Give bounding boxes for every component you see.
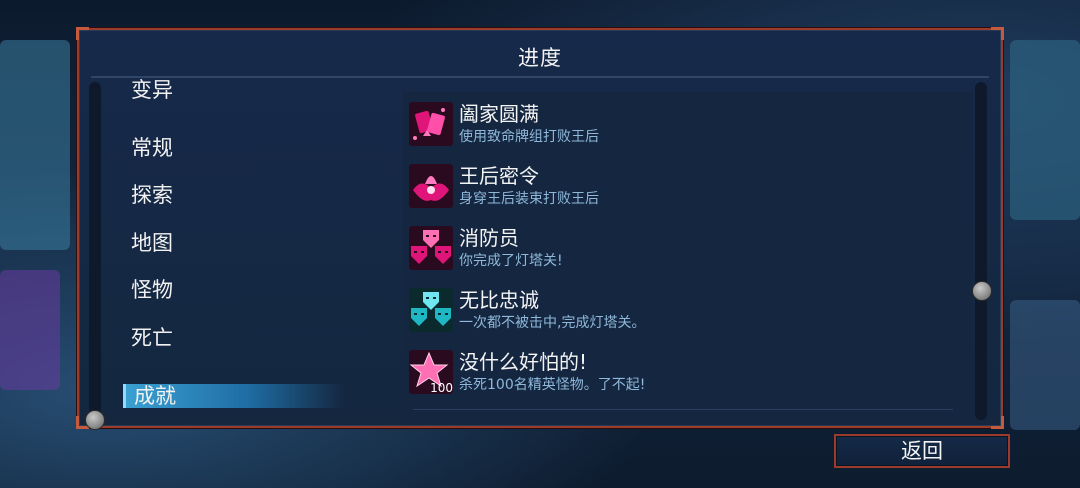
panel-corner <box>991 416 1004 429</box>
list-item[interactable]: 消防员 你完成了灯塔关! <box>409 222 969 276</box>
menu-item-monsters[interactable]: 怪物 <box>131 274 173 304</box>
background-glow <box>0 270 60 390</box>
background-glow <box>1010 300 1080 430</box>
achievement-description: 你完成了灯塔关! <box>459 253 563 269</box>
panel-title: 进度 <box>518 46 562 70</box>
achievement-name: 无比忠诚 <box>459 288 539 312</box>
menu-item-mutations[interactable]: 变异 <box>131 74 173 104</box>
category-scrollbar-track[interactable] <box>89 82 101 420</box>
panel-corner <box>991 27 1004 40</box>
menu-item-map[interactable]: 地图 <box>131 227 173 257</box>
panel-corner <box>76 27 89 40</box>
achievement-description: 身穿王后装束打败王后 <box>459 191 599 207</box>
list-item[interactable]: 王后密令 身穿王后装束打败王后 <box>409 160 969 214</box>
queen-crown-icon <box>409 164 453 208</box>
achievement-name: 王后密令 <box>459 164 539 188</box>
achievement-description: 杀死100名精英怪物。了不起! <box>459 377 646 393</box>
menu-item-exploration[interactable]: 探索 <box>131 179 173 209</box>
star-icon-count: 100 <box>430 381 453 394</box>
progress-panel: 进度 变异 常规 探索 地图 怪物 死亡 成就 阖家圆满 使用致命牌组打败王后 … <box>76 27 1004 430</box>
category-menu: 变异 常规 探索 地图 怪物 死亡 成就 <box>119 70 399 410</box>
background-glow <box>0 40 70 250</box>
menu-item-general[interactable]: 常规 <box>131 132 173 162</box>
menu-item-deaths[interactable]: 死亡 <box>131 322 173 352</box>
list-item[interactable]: 阖家圆满 使用致命牌组打败王后 <box>409 98 969 152</box>
star-icon: 100 <box>409 350 453 394</box>
achievement-name: 消防员 <box>459 226 519 250</box>
achievement-name: 没什么好怕的! <box>459 350 588 374</box>
achievement-name: 阖家圆满 <box>459 102 539 126</box>
achievement-list: 阖家圆满 使用致命牌组打败王后 王后密令 身穿王后装束打败王后 消防员 你完成了… <box>403 92 973 422</box>
scrollbar-thumb[interactable] <box>972 281 992 301</box>
scrollbar-thumb[interactable] <box>85 410 105 430</box>
achievement-description: 一次都不被击中,完成灯塔关。 <box>459 315 646 331</box>
back-button[interactable]: 返回 <box>834 434 1010 468</box>
achievement-description: 使用致命牌组打败王后 <box>459 129 599 145</box>
masks-icon <box>409 288 453 332</box>
menu-item-achievements[interactable]: 成就 <box>123 384 344 408</box>
achievement-scrollbar-track[interactable] <box>975 82 987 420</box>
masks-icon <box>409 226 453 270</box>
list-item[interactable]: 100 没什么好怕的! 杀死100名精英怪物。了不起! <box>409 346 969 400</box>
card-deck-icon <box>409 102 453 146</box>
list-divider <box>413 409 953 410</box>
background-glow <box>1010 40 1080 220</box>
list-item[interactable]: 无比忠诚 一次都不被击中,完成灯塔关。 <box>409 284 969 338</box>
